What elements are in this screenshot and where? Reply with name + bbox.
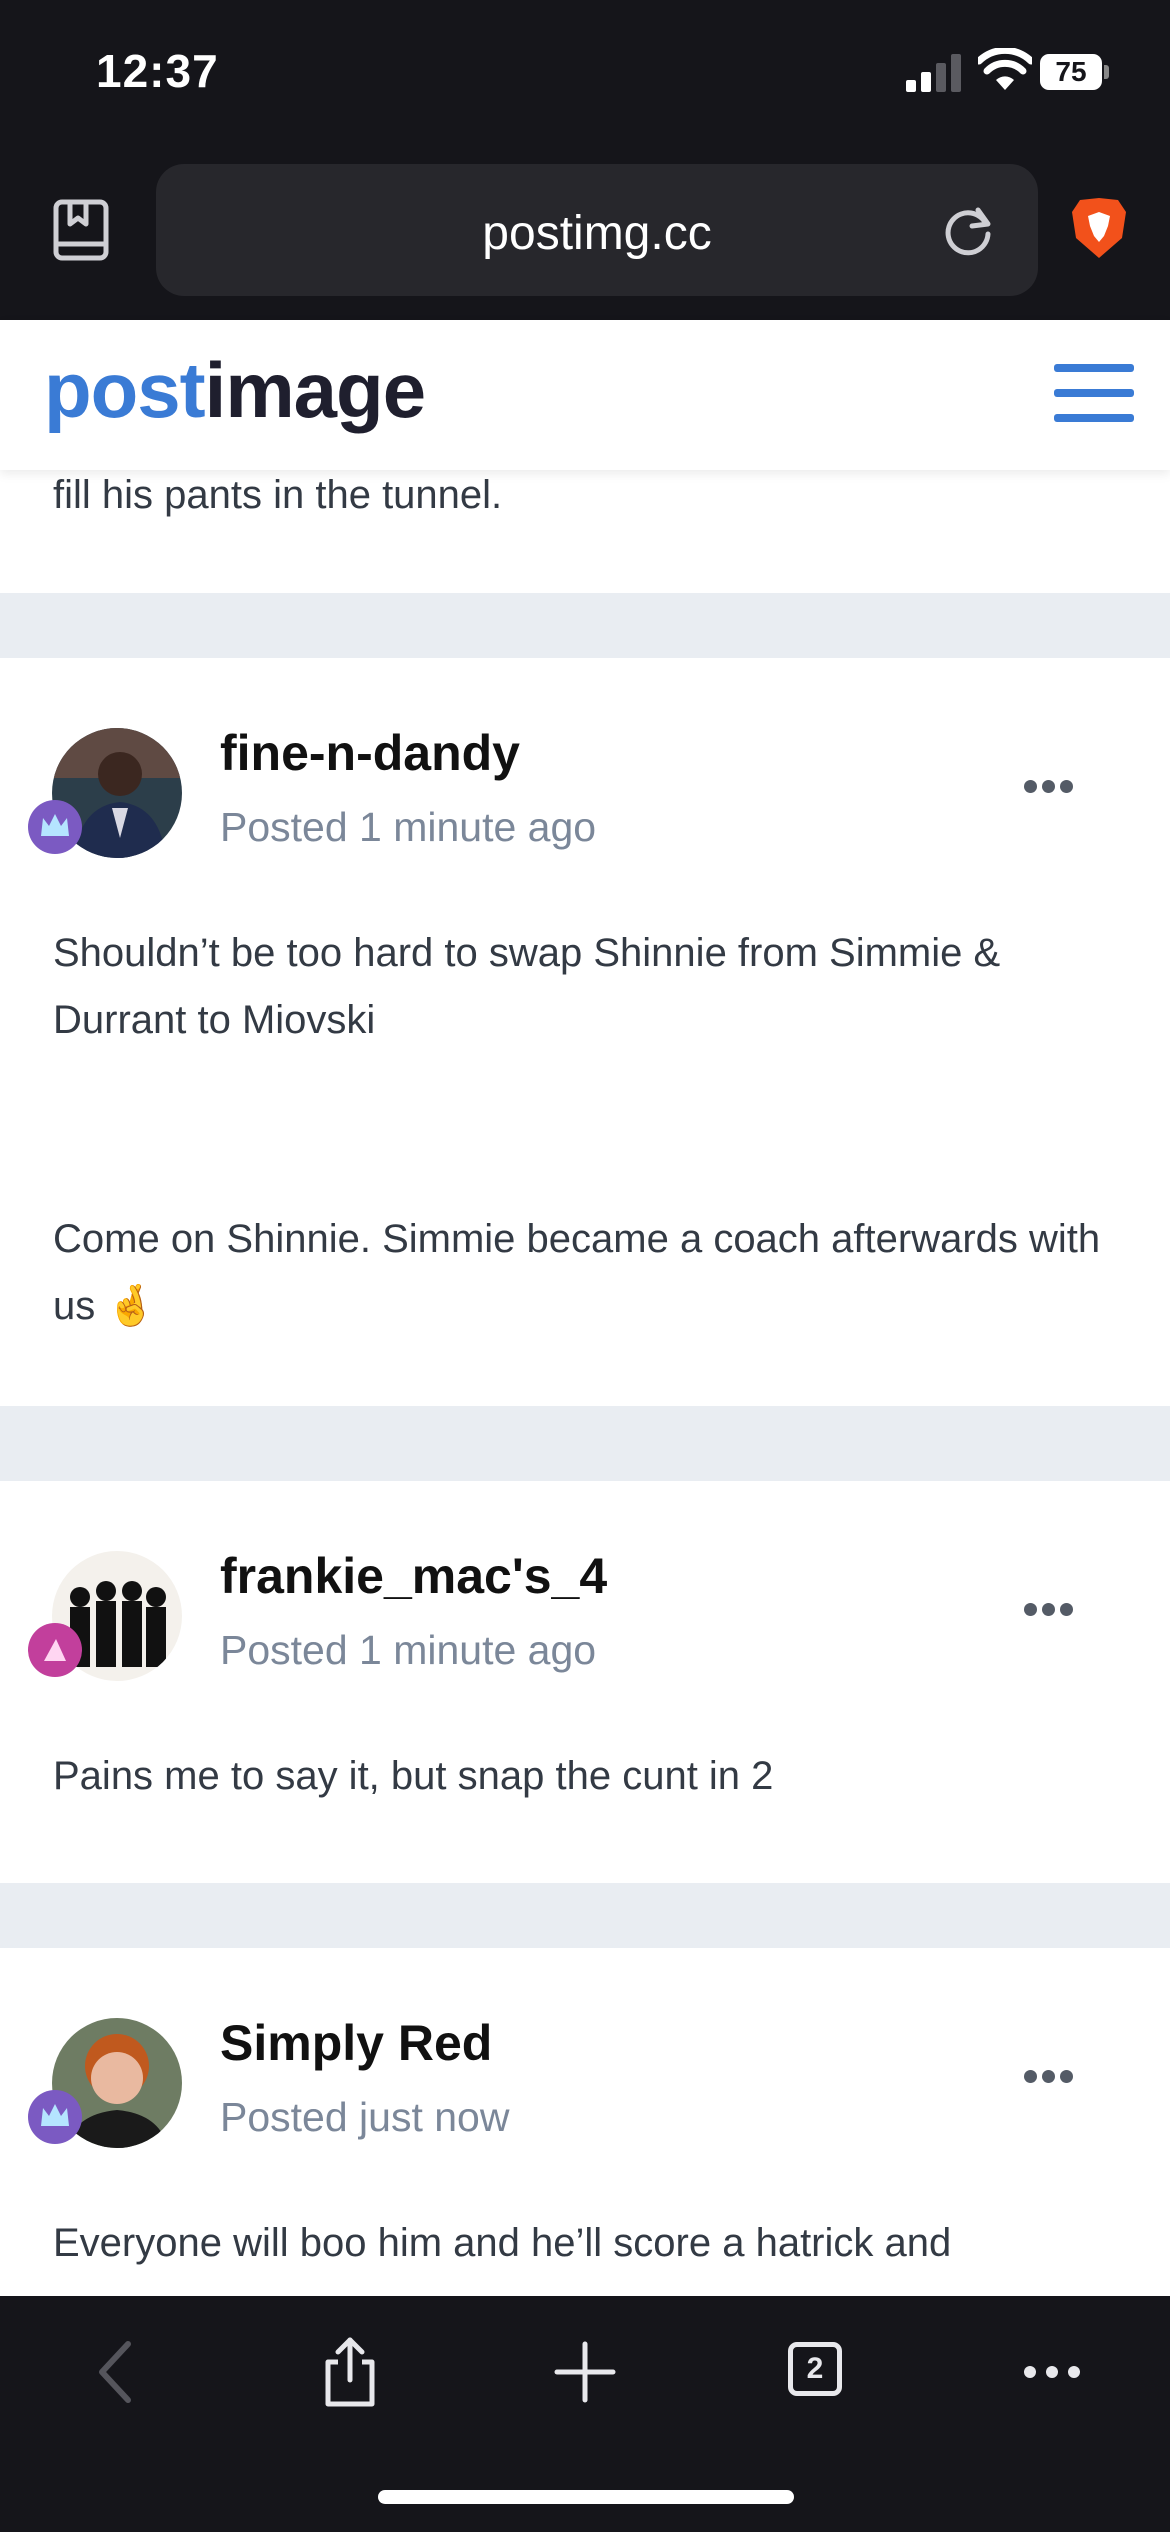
member-rank-badge-icon <box>28 800 82 854</box>
more-options-icon[interactable] <box>1024 1603 1080 1623</box>
post-author-name[interactable]: fine-n-dandy <box>220 724 520 782</box>
site-header: postimage <box>0 320 1170 470</box>
cellular-signal-icon <box>906 54 961 92</box>
back-icon[interactable] <box>78 2332 158 2412</box>
share-icon[interactable] <box>310 2332 390 2412</box>
more-options-icon[interactable] <box>1024 780 1080 800</box>
post-timestamp: Posted 1 minute ago <box>220 804 597 850</box>
url-bar[interactable]: postimg.cc <box>156 164 1038 296</box>
post-timestamp: Posted 1 minute ago <box>220 1627 597 1673</box>
more-menu-icon[interactable] <box>1012 2332 1092 2412</box>
new-tab-plus-icon[interactable] <box>545 2332 625 2412</box>
post-paragraph: Come on Shinnie. Simmie became a coach a… <box>53 1206 1123 1340</box>
more-options-icon[interactable] <box>1024 2070 1080 2090</box>
brave-shields-icon[interactable] <box>1070 196 1128 260</box>
status-bar: 12:37 75 <box>0 0 1170 160</box>
post-author-name[interactable]: frankie_mac's_4 <box>220 1547 607 1605</box>
post-paragraph: Everyone will boo him and he’ll score a … <box>53 2221 952 2265</box>
bookmarks-icon[interactable] <box>52 198 112 262</box>
post-paragraph: Pains me to say it, but snap the cunt in… <box>53 1754 774 1798</box>
logo-part-image: image <box>204 346 426 434</box>
crossed-fingers-emoji: 🤞 <box>106 1283 157 1329</box>
post-paragraph: Shouldn’t be too hard to swap Shinnie fr… <box>53 931 1001 1042</box>
tabs-button[interactable]: 2 <box>778 2332 858 2412</box>
reload-icon[interactable] <box>940 202 996 258</box>
post-author-name[interactable]: Simply Red <box>220 2014 492 2072</box>
member-rank-badge-icon <box>28 2090 82 2144</box>
wifi-icon <box>978 48 1032 90</box>
url-text[interactable]: postimg.cc <box>156 206 1038 261</box>
home-indicator[interactable] <box>378 2490 794 2504</box>
post-card: Simply Red Posted just now Everyone will… <box>0 1948 1170 2296</box>
postimage-logo[interactable]: postimage <box>44 340 426 440</box>
post-card: frankie_mac's_4 Posted 1 minute ago Pain… <box>0 1481 1170 1883</box>
post-card: fine-n-dandy Posted 1 minute ago Shouldn… <box>0 658 1170 1406</box>
post-paragraph-text: Come on Shinnie. Simmie became a coach a… <box>53 1217 1101 1328</box>
post-card: fill his pants in the tunnel. <box>0 470 1170 593</box>
hamburger-menu-icon[interactable] <box>1054 364 1134 426</box>
post-body-text: fill his pants in the tunnel. <box>53 473 503 517</box>
status-time: 12:37 <box>96 45 219 97</box>
battery-level: 75 <box>1055 56 1087 87</box>
post-timestamp: Posted just now <box>220 2094 510 2140</box>
logo-part-post: post <box>44 346 206 434</box>
tab-count: 2 <box>806 2352 824 2385</box>
battery-icon: 75 <box>1040 54 1110 90</box>
post-feed: fill his pants in the tunnel. fine-n-dan… <box>0 470 1170 2296</box>
member-rank-badge-icon <box>28 1623 82 1677</box>
